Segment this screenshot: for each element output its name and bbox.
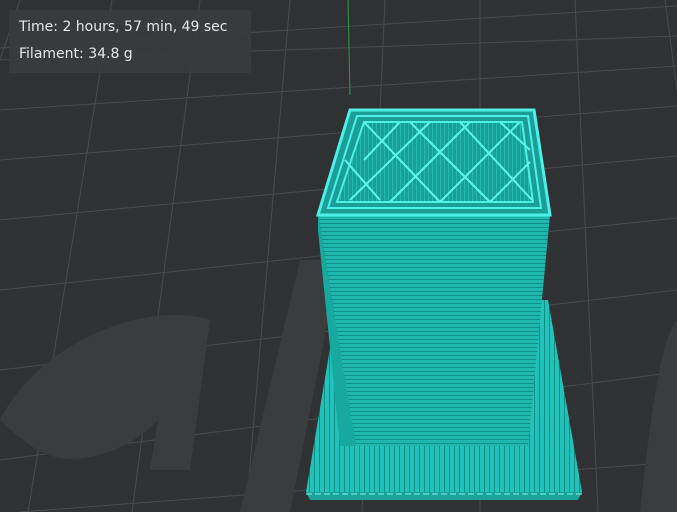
- filament-label: Filament:: [19, 46, 84, 62]
- printed-model: [315, 108, 552, 446]
- filament-value: 34.8 g: [88, 46, 133, 62]
- print-time-label: Time:: [19, 19, 58, 35]
- print-time: Time: 2 hours, 57 min, 49 sec: [19, 19, 228, 35]
- filament-usage: Filament: 34.8 g: [19, 46, 133, 62]
- print-time-value: 2 hours, 57 min, 49 sec: [62, 19, 228, 35]
- print-info-panel: Time: 2 hours, 57 min, 49 sec Filament: …: [9, 10, 251, 73]
- 3d-print-preview-viewport[interactable]: [0, 0, 677, 512]
